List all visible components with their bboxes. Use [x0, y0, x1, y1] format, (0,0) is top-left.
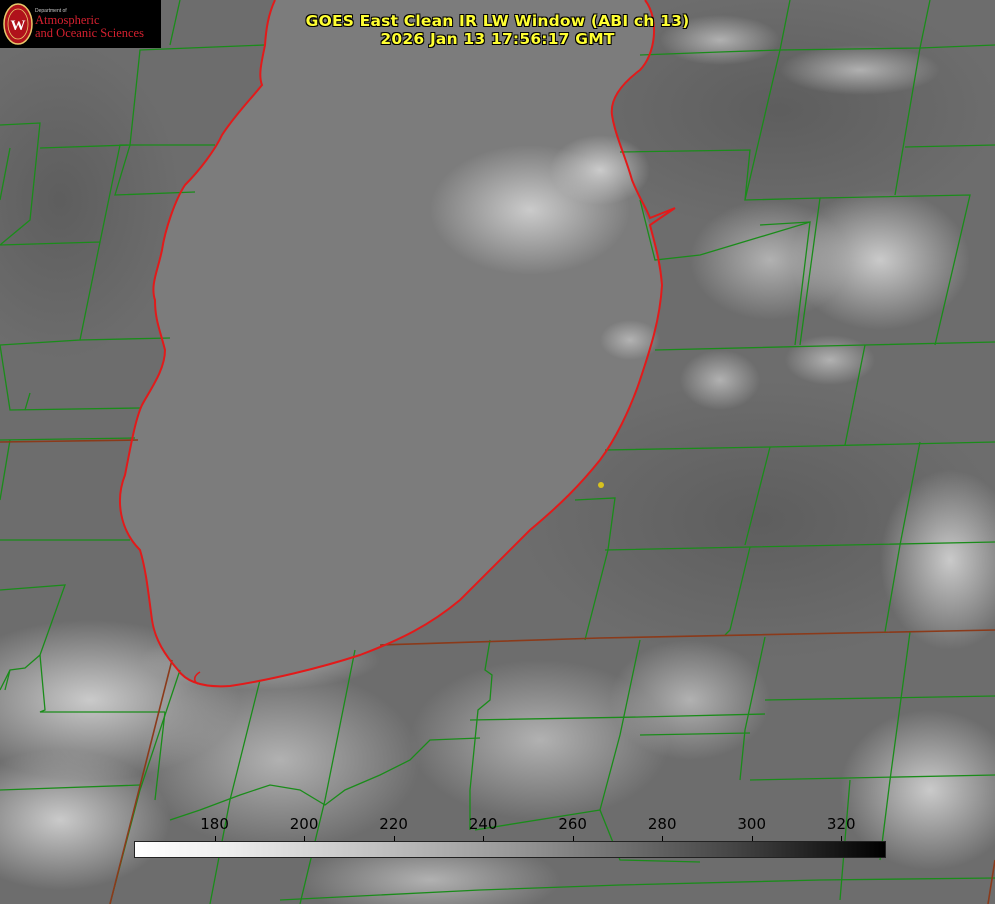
colorbar-tick-mark [841, 836, 843, 841]
colorbar-tick-label: 320 [826, 815, 856, 833]
image-timestamp: 2026 Jan 13 17:56:17 GMT [380, 30, 615, 48]
colorbar-tick-mark [483, 836, 485, 841]
temperature-colorbar [134, 841, 886, 858]
colorbar-tick-mark [572, 836, 574, 841]
colorbar-tick-label: 240 [468, 815, 498, 833]
location-dot-icon [598, 482, 604, 488]
colorbar-tick-label: 300 [737, 815, 767, 833]
colorbar-tick-label: 220 [379, 815, 408, 833]
colorbar-tick-mark [214, 836, 216, 841]
colorbar-tick-mark [393, 836, 395, 841]
satellite-image [0, 0, 995, 904]
colorbar-tick-mark [662, 836, 664, 841]
colorbar-tick-label: 180 [200, 815, 229, 833]
colorbar-tick-mark [304, 836, 306, 841]
colorbar-tick-mark [751, 836, 753, 841]
colorbar-tick-label: 280 [647, 815, 677, 833]
image-title: GOES East Clean IR LW Window (ABI ch 13) [305, 12, 690, 30]
colorbar-tick-label: 200 [289, 815, 319, 833]
colorbar-tick-label: 260 [558, 815, 587, 833]
satellite-map-view: W Department of Atmospheric and Oceanic … [0, 0, 995, 904]
